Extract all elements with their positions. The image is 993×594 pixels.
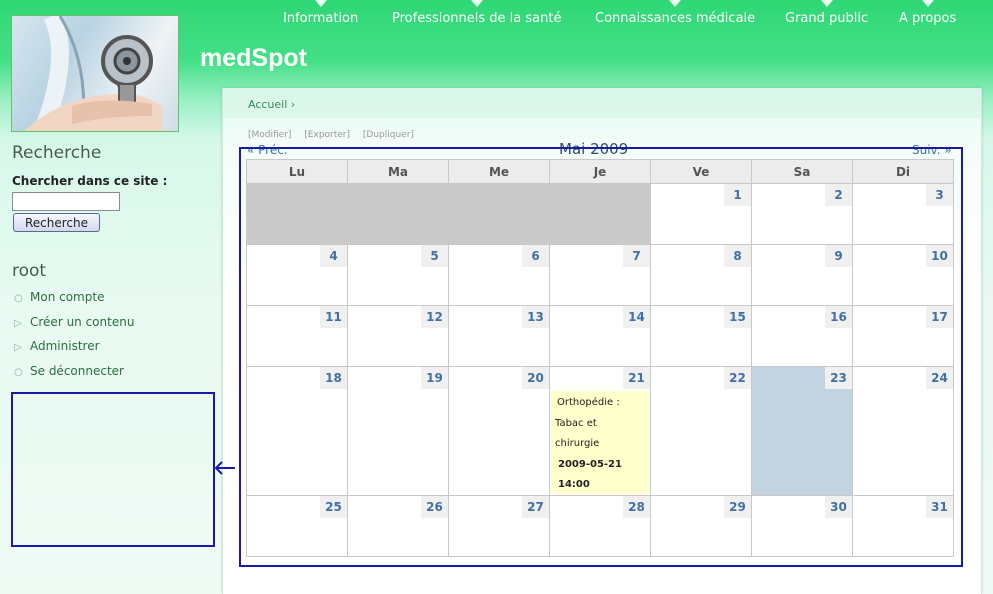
menu-item-se-deconnecter[interactable]: ○ Se déconnecter (14, 364, 134, 389)
menu-item-administrer[interactable]: ▷ Administrer (14, 339, 134, 364)
menu-item-mon-compte[interactable]: ○ Mon compte (14, 290, 134, 315)
user-block-title: root (12, 261, 47, 281)
triangle-bullet-icon: ▷ (14, 317, 22, 329)
circle-bullet-icon: ○ (14, 366, 23, 378)
search-block-title: Recherche (12, 143, 102, 163)
nav-item-a-propos[interactable]: A propos (899, 0, 957, 26)
user-menu: ○ Mon compte ▷ Créer un contenu ▷ Administr… (14, 290, 134, 388)
breadcrumb-home-link[interactable]: Accueil › (248, 98, 295, 111)
menu-item-label[interactable]: Se déconnecter (30, 364, 124, 378)
nav-marker-icon (820, 0, 833, 7)
menu-item-label[interactable]: Administrer (30, 339, 100, 353)
nav-item-professionnels[interactable]: Professionnels de la santé (392, 0, 562, 26)
search-button[interactable]: Recherche (13, 213, 100, 232)
nav-item-information[interactable]: Information (283, 0, 359, 26)
nav-item-connaissances[interactable]: Connaissances médicale (595, 0, 756, 26)
nav-label: A propos (899, 11, 957, 26)
calendar-focus-outline (239, 147, 963, 567)
menu-item-label[interactable]: Mon compte (30, 290, 104, 304)
circle-bullet-icon: ○ (14, 293, 23, 304)
search-input[interactable] (12, 192, 120, 211)
triangle-bullet-icon: ▷ (14, 342, 22, 354)
menu-item-creer-contenu[interactable]: ▷ Créer un contenu (14, 315, 134, 340)
nav-label: Grand public (785, 11, 869, 26)
export-link[interactable]: [Exporter] (304, 130, 350, 140)
nav-marker-icon (314, 0, 327, 7)
action-links: [Modifier] [Exporter] [Dupliquer] (248, 130, 424, 140)
arrow-left-icon (214, 461, 235, 475)
site-title[interactable]: medSpot (200, 44, 307, 73)
nav-marker-icon (669, 0, 682, 7)
nav-marker-icon (921, 0, 934, 7)
search-label: Chercher dans ce site : (12, 174, 168, 188)
sidebar-focus-outline (11, 392, 215, 547)
nav-label: Professionnels de la santé (392, 11, 562, 26)
nav-label: Information (283, 11, 359, 26)
stethoscope-icon (24, 16, 162, 131)
edit-link[interactable]: [Modifier] (248, 130, 291, 140)
site-logo[interactable] (11, 15, 179, 132)
duplicate-link[interactable]: [Dupliquer] (363, 130, 414, 140)
nav-label: Connaissances médicale (595, 11, 756, 26)
nav-marker-icon (470, 0, 483, 7)
breadcrumb: Accueil › (248, 98, 295, 111)
menu-item-label[interactable]: Créer un contenu (30, 315, 134, 329)
nav-item-grand-public[interactable]: Grand public (785, 0, 869, 26)
content-header-bar (223, 88, 981, 118)
